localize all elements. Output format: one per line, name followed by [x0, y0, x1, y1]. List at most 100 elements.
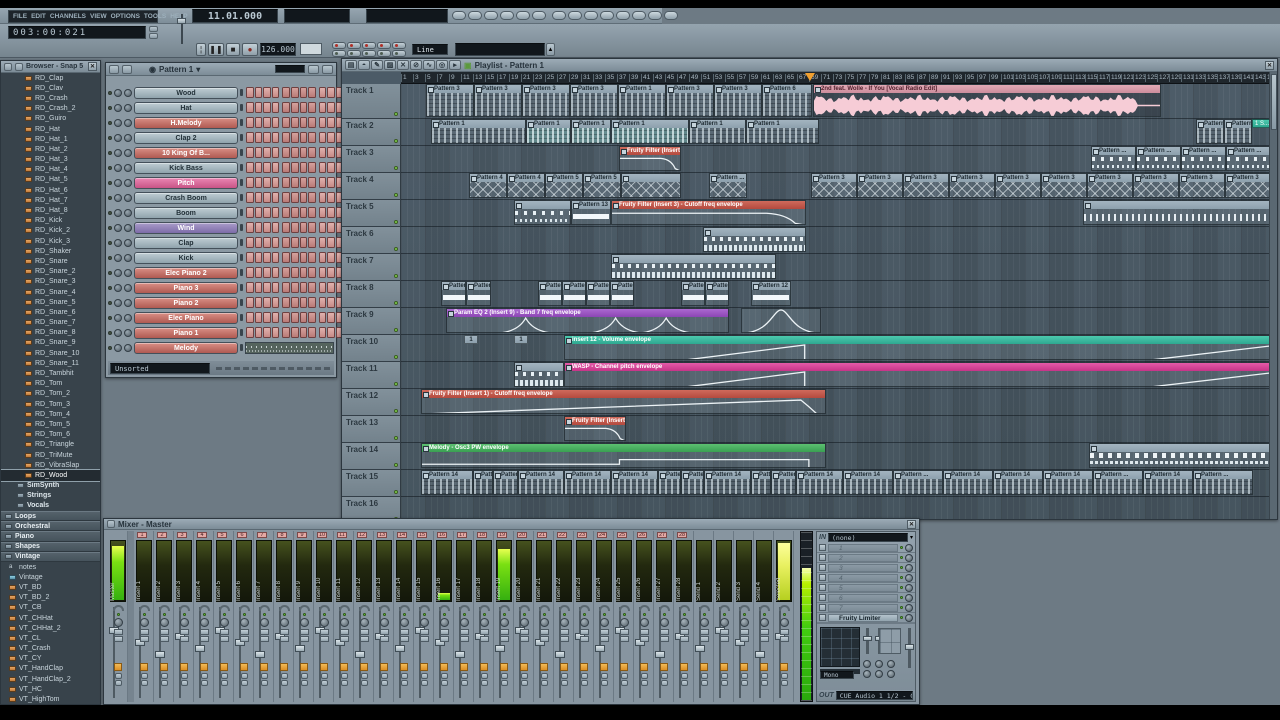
step-cell[interactable] [272, 327, 280, 338]
strip-round-button[interactable] [601, 680, 608, 686]
step-cell[interactable] [246, 312, 254, 323]
channel-pan-knob[interactable] [114, 89, 122, 97]
main-menu-icon[interactable]: ▤ [345, 60, 357, 70]
step-cell[interactable] [255, 237, 263, 248]
mixer-strip-insert-17[interactable]: 17Insert 17 [454, 531, 474, 702]
mute-button[interactable] [220, 629, 229, 635]
mixer-strip-insert-12[interactable]: 12Insert 12 [354, 531, 374, 702]
menu-item-edit[interactable]: EDIT [31, 13, 46, 20]
browser-item[interactable]: VT_CHHat [1, 613, 100, 623]
channel-volume-knob[interactable] [124, 269, 132, 277]
channel-select-led[interactable] [240, 224, 243, 231]
pattern-clip[interactable]: Pattern 1 [431, 119, 526, 144]
pattern-clip[interactable]: Pattern 12 [751, 281, 791, 306]
pattern-clip[interactable]: Pattern 8 [562, 281, 586, 306]
link-button[interactable] [740, 636, 749, 642]
channel-mute-led[interactable] [108, 241, 112, 245]
browser-item[interactable]: RD_Kick [1, 216, 100, 226]
step-cell[interactable] [263, 192, 271, 203]
channel-button[interactable]: Elec Piano 2 [134, 267, 238, 279]
step-cell[interactable] [308, 237, 316, 248]
browser-item[interactable]: RD_Tom_4 [1, 409, 100, 419]
step-cell[interactable] [272, 267, 280, 278]
strip-round-button[interactable] [661, 680, 668, 686]
step-cell[interactable] [255, 327, 263, 338]
step-cell[interactable] [255, 222, 263, 233]
playlist-track-name[interactable]: Track 8 [342, 281, 400, 308]
step-cell[interactable] [300, 192, 308, 203]
channel-select-led[interactable] [240, 164, 243, 171]
strip-round-button[interactable] [421, 673, 428, 679]
pattern-clip[interactable]: Pattern 8 [538, 281, 562, 306]
step-cell[interactable] [246, 222, 254, 233]
playlist-track-name[interactable]: Track 10 [342, 335, 400, 362]
browser-item[interactable]: VT_BD [1, 582, 100, 592]
link-button[interactable] [700, 636, 709, 642]
magnet-icon[interactable]: ◓ [358, 60, 370, 70]
pan-knob[interactable] [660, 618, 669, 627]
browser-item[interactable]: RD_Hat_3 [1, 155, 100, 165]
browser-item[interactable]: VT_HC [1, 684, 100, 694]
browser-item[interactable]: VT_CL [1, 633, 100, 643]
strip-round-button[interactable] [321, 673, 328, 679]
link-button[interactable] [540, 636, 549, 642]
pattern-clip[interactable]: Pattern ... [658, 470, 681, 495]
limiter-knob-3[interactable] [887, 660, 895, 668]
shortcut-button[interactable] [664, 11, 678, 20]
playlist-track-lane[interactable] [401, 227, 1269, 254]
mixer-strip-insert-18[interactable]: 18Insert 18 [474, 531, 494, 702]
rack-graph-icon[interactable] [322, 65, 333, 74]
step-cell[interactable] [263, 177, 271, 188]
pattern-clip[interactable]: Pattern 1 [611, 119, 689, 144]
fx-enable-button[interactable] [160, 663, 168, 671]
fader-handle[interactable] [695, 645, 705, 652]
channel-pan-knob[interactable] [114, 209, 122, 217]
rack-menu-icon[interactable] [109, 65, 119, 74]
step-cell[interactable] [246, 102, 254, 113]
stereo-sep-knob[interactable] [639, 605, 650, 611]
window-toggle-button[interactable] [362, 50, 376, 57]
step-cell[interactable] [246, 327, 254, 338]
mute-button[interactable] [300, 629, 309, 635]
step-cell[interactable] [282, 87, 290, 98]
channel-mute-led[interactable] [108, 226, 112, 230]
limiter-knob-6[interactable] [887, 670, 895, 678]
fx-enable-button[interactable] [300, 663, 308, 671]
channel-select-led[interactable] [240, 194, 243, 201]
channel-volume-knob[interactable] [124, 314, 132, 322]
strip-round-button[interactable] [761, 680, 768, 686]
pattern-clip[interactable]: Pattern 3 [903, 173, 949, 198]
pattern-clip[interactable]: Pattern 14 [943, 470, 993, 495]
strip-round-button[interactable] [781, 673, 788, 679]
channel-button[interactable]: Clap 2 [134, 132, 238, 144]
mixer-strip-insert-4[interactable]: 4Insert 4 [194, 531, 214, 702]
pan-knob[interactable] [620, 618, 629, 627]
step-cell[interactable] [327, 177, 335, 188]
step-cell[interactable] [272, 222, 280, 233]
step-cell[interactable] [327, 192, 335, 203]
shortcut-button[interactable] [452, 11, 466, 20]
channel-pan-knob[interactable] [114, 149, 122, 157]
browser-item[interactable]: RD_Clav [1, 83, 100, 93]
step-cell[interactable] [263, 222, 271, 233]
browser-item[interactable]: RD_Hat_6 [1, 185, 100, 195]
strip-round-button[interactable] [621, 673, 628, 679]
limiter-knob-4[interactable] [863, 670, 871, 678]
stereo-sep-knob[interactable] [359, 605, 370, 611]
stereo-sep-knob[interactable] [279, 605, 290, 611]
playlist-track-lane[interactable]: Pattern 3Pattern 3Pattern 3Pattern 3Patt… [401, 84, 1269, 119]
fx-enable-button[interactable] [780, 663, 788, 671]
step-cell[interactable] [282, 177, 290, 188]
step-cell[interactable] [319, 222, 327, 233]
window-toggle-button[interactable] [377, 42, 391, 49]
playlist-track-name[interactable]: Track 9 [342, 308, 400, 335]
step-cell[interactable] [263, 102, 271, 113]
step-cell[interactable] [246, 177, 254, 188]
pan-knob[interactable] [140, 618, 149, 627]
limiter-knob-1[interactable] [863, 660, 871, 668]
stereo-sep-knob[interactable] [659, 605, 670, 611]
browser-item[interactable]: RD_Tambhit [1, 368, 100, 378]
step-cell[interactable] [263, 312, 271, 323]
step-cell[interactable] [327, 87, 335, 98]
pattern-clip[interactable]: Pattern 3 [949, 173, 995, 198]
